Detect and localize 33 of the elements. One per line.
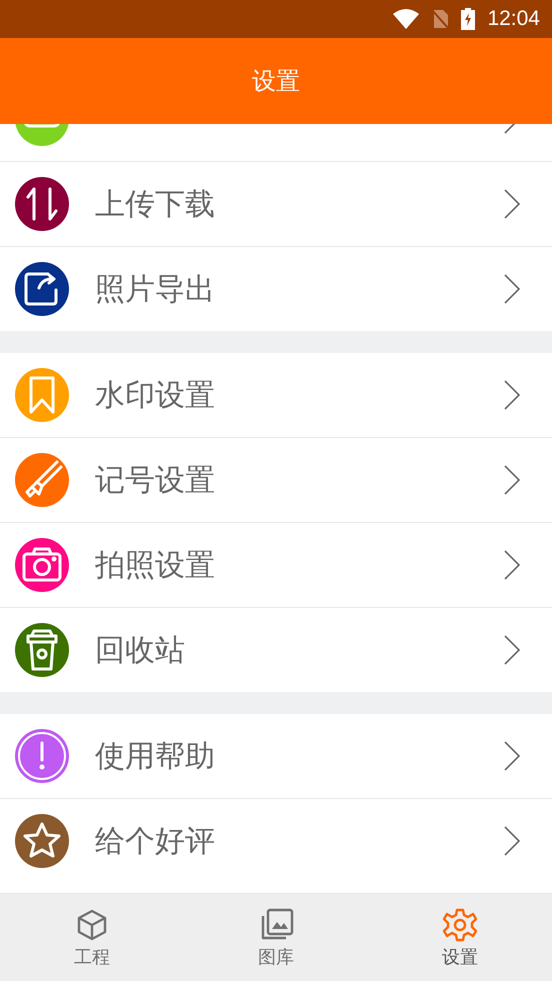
chevron-right-icon (504, 635, 520, 665)
settings-row[interactable]: 上传下载 (0, 162, 552, 247)
row-label: 使用帮助 (95, 738, 216, 776)
row-label: 记号设置 (95, 462, 216, 500)
row-label: 水印设置 (95, 376, 216, 414)
no-sim-icon (431, 9, 450, 29)
chevron-right-icon (504, 465, 520, 495)
settings-icon (442, 906, 478, 942)
settings-row[interactable]: 回收站 (0, 608, 552, 692)
row-label: 拍照设置 (95, 546, 216, 584)
chevron-right-icon (504, 189, 520, 219)
chevron-right-icon (504, 550, 520, 580)
chevron-right-icon (504, 274, 520, 304)
chevron-right-icon (504, 380, 520, 410)
nav-tab[interactable]: 图库 (184, 894, 368, 981)
settings-row[interactable]: 水印设置 (0, 353, 552, 438)
chevron-right-icon (504, 826, 520, 856)
settings-row[interactable]: 照片导出 (0, 247, 552, 331)
wifi-icon (393, 9, 420, 29)
status-time: 12:04 (487, 7, 540, 31)
battery-charging-icon (461, 8, 476, 30)
nav-tab[interactable]: 工程 (0, 894, 184, 981)
row-label: 照片导出 (95, 270, 216, 308)
chevron-right-icon (504, 741, 520, 771)
settings-row[interactable]: 使用帮助 (0, 714, 552, 799)
settings-row[interactable]: 给个好评 (0, 799, 552, 883)
settings-row[interactable]: 记号设置 (0, 438, 552, 523)
settings-row[interactable]: 拍照设置 (0, 523, 552, 608)
row-label: 给个好评 (95, 822, 216, 860)
row-label: 上传下载 (95, 186, 216, 224)
nav-tab[interactable]: 设置 (368, 894, 552, 981)
page-title: 设置 (252, 66, 300, 97)
row-label: 回收站 (95, 632, 186, 670)
